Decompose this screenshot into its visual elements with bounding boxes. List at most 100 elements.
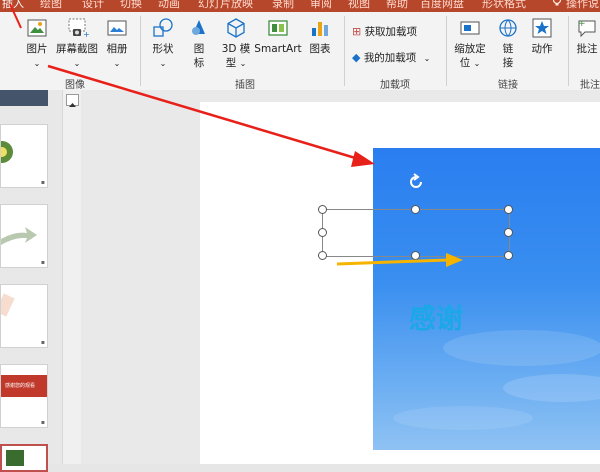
- resize-handle[interactable]: [504, 228, 513, 237]
- bar-chart-icon: [312, 22, 328, 36]
- divider: [446, 16, 447, 86]
- plus-grid-icon: ⊞: [352, 25, 362, 38]
- link-label-2: 接: [502, 57, 514, 69]
- link-label-1: 链: [502, 43, 514, 55]
- resize-handle[interactable]: [411, 251, 420, 260]
- resize-handle[interactable]: [504, 205, 513, 214]
- icons-button[interactable]: 图 标: [186, 16, 212, 70]
- tab-record[interactable]: 录制: [272, 0, 294, 12]
- tab-transitions[interactable]: 切换: [120, 0, 142, 12]
- resize-handle[interactable]: [411, 205, 420, 214]
- slide-thumbnail-1[interactable]: [0, 90, 48, 106]
- smartart-icon: [268, 20, 288, 36]
- link-button[interactable]: 链 接: [494, 16, 522, 70]
- slide-thumbnail-2[interactable]: ▪: [0, 124, 48, 188]
- shapes-label: 形状: [152, 43, 174, 55]
- resize-handle[interactable]: [504, 251, 513, 260]
- tab-draw[interactable]: 绘图: [40, 0, 62, 12]
- selected-textbox-frame[interactable]: [322, 209, 510, 257]
- smartart-button[interactable]: SmartArt: [254, 16, 302, 56]
- 3d-models-button[interactable]: 3D 模 型 ⌄: [218, 16, 254, 71]
- screenshot-icon: +: [68, 18, 89, 39]
- action-label: 动作: [531, 43, 553, 55]
- tab-animations[interactable]: 动画: [158, 0, 180, 12]
- get-addins-button[interactable]: ⊞ 获取加载项: [352, 24, 417, 40]
- thumb-marker: ▪: [40, 179, 45, 186]
- screenshot-label: 屏幕截图: [56, 43, 98, 55]
- cube-icon: [227, 18, 245, 38]
- chevron-down-icon: ⌄: [33, 59, 41, 68]
- svg-text:+: +: [578, 19, 586, 29]
- screenshot-button[interactable]: + 屏幕截图 ⌄: [54, 16, 100, 71]
- tab-insert[interactable]: 插入: [2, 0, 24, 12]
- action-button[interactable]: 动作: [528, 16, 556, 56]
- comment-button[interactable]: + 批注: [574, 16, 600, 56]
- get-addins-label: 获取加载项: [364, 26, 418, 38]
- resize-handle[interactable]: [318, 205, 327, 214]
- ribbon-tab-bar: 插入 绘图 设计 切换 动画 幻灯片放映 录制 审阅 视图 帮助 百度网盘 形状…: [0, 0, 600, 12]
- photo-album-button[interactable]: 相册 ⌄: [102, 16, 132, 71]
- tab-slideshow[interactable]: 幻灯片放映: [198, 0, 253, 12]
- group-comments-label: 批注: [580, 80, 600, 91]
- icons-label-2: 标: [193, 57, 205, 69]
- thumb-graphic: [1, 293, 15, 317]
- slide-thumbnail-pane: ▪ ▪ ▪ 感谢您的观看 ▪: [0, 90, 62, 472]
- tab-design[interactable]: 设计: [82, 0, 104, 12]
- thumbnail-scrollbar[interactable]: [62, 90, 82, 464]
- icons-icon: [192, 20, 205, 35]
- ribbon: 图片 ⌄ + 屏幕截图 ⌄ 相册 ⌄ 图像 形状 ⌄ 图 标 3D 模 型 ⌄ …: [0, 12, 600, 91]
- lightbulb-icon[interactable]: [552, 0, 562, 12]
- group-illustrations-label: 插图: [235, 80, 255, 91]
- tab-tell-me[interactable]: 操作说: [566, 0, 599, 12]
- resize-handle[interactable]: [318, 251, 327, 260]
- star-icon: [532, 18, 552, 38]
- cloud-pattern-icon: [393, 330, 600, 430]
- divider: [344, 16, 345, 86]
- shapes-button[interactable]: 形状 ⌄: [148, 16, 178, 71]
- zoom-label-1: 缩放定: [454, 43, 486, 55]
- resize-handle[interactable]: [318, 228, 327, 237]
- link-icon: [499, 19, 517, 37]
- my-addins-label: 我的加载项: [363, 52, 417, 64]
- slide-thumbnail-5[interactable]: 感谢您的观看 ▪: [0, 364, 48, 428]
- smartart-label: SmartArt: [254, 43, 302, 55]
- arrow-graphic-icon: [1, 227, 37, 245]
- chevron-down-icon: ⌄: [473, 59, 481, 68]
- zoom-label-2: 位: [459, 57, 471, 69]
- 3d-label-1: 3D 模: [221, 43, 251, 55]
- slide-thumbnail-3[interactable]: ▪: [0, 204, 48, 268]
- group-links-label: 链接: [498, 80, 518, 91]
- my-addins-button[interactable]: ◆ 我的加载项 ⌄: [352, 50, 430, 66]
- tab-review[interactable]: 审阅: [310, 0, 332, 12]
- slide-background-picture[interactable]: [373, 148, 600, 450]
- tab-shape-format[interactable]: 形状格式: [482, 0, 526, 12]
- tab-baidu[interactable]: 百度网盘: [420, 0, 464, 12]
- chart-button[interactable]: 图表: [306, 16, 334, 56]
- comment-icon: +: [578, 19, 596, 38]
- 3d-label-2: 型: [225, 57, 237, 69]
- thumb-banner-text: 感谢您的观看: [5, 383, 36, 389]
- chevron-down-icon: ⌄: [159, 59, 167, 68]
- album-label: 相册: [106, 43, 128, 55]
- thumb-banner: 感谢您的观看: [1, 375, 47, 397]
- picture-button[interactable]: 图片 ⌄: [20, 16, 54, 71]
- triangle-up-icon: [69, 103, 76, 107]
- chart-label: 图表: [309, 43, 331, 55]
- zoom-button[interactable]: 缩放定 位 ⌄: [452, 16, 488, 71]
- tab-view[interactable]: 视图: [348, 0, 370, 12]
- addin-icon: ◆: [352, 51, 361, 64]
- chevron-down-icon: ⌄: [73, 59, 81, 68]
- slide-thumbnail-6-selected[interactable]: [0, 444, 48, 472]
- thumb-marker: ▪: [40, 259, 45, 266]
- chevron-down-icon: ⌄: [113, 59, 121, 68]
- picture-label: 图片: [26, 43, 48, 55]
- chevron-down-icon: ⌄: [239, 59, 247, 68]
- slide-thumbnail-4[interactable]: ▪: [0, 284, 48, 348]
- comment-label: 批注: [576, 43, 598, 55]
- rotate-handle-icon[interactable]: [406, 172, 426, 192]
- slide-title-text[interactable]: 感谢: [409, 302, 463, 338]
- photo-album-icon: [107, 20, 127, 36]
- tab-help[interactable]: 帮助: [386, 0, 408, 12]
- scroll-up-button[interactable]: [66, 94, 79, 107]
- slide-editing-canvas: 感谢: [81, 90, 600, 464]
